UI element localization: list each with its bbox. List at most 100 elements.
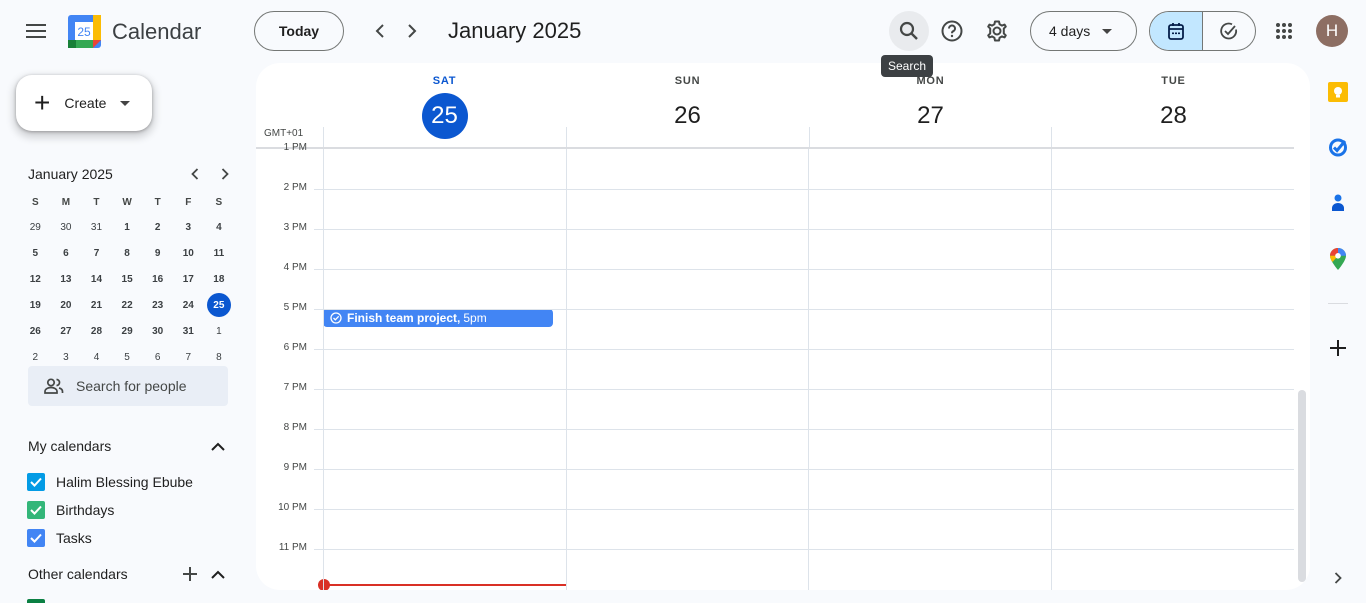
current-time-dot (318, 579, 330, 590)
mini-calendar-day[interactable]: 5 (20, 240, 51, 266)
mini-calendar-day[interactable]: 24 (173, 292, 204, 318)
mini-calendar-day[interactable]: 27 (51, 318, 82, 344)
other-calendar-checkbox-partial[interactable] (27, 599, 45, 603)
tasks-button[interactable] (1326, 135, 1350, 159)
maps-button[interactable] (1326, 247, 1350, 271)
contacts-icon (1332, 194, 1344, 211)
calendar-item-tasks[interactable]: Tasks (27, 526, 92, 550)
tasks-view-toggle[interactable] (1203, 12, 1255, 50)
mini-calendar-day[interactable]: 25 (204, 292, 235, 318)
mini-calendar-day[interactable]: 1 (112, 214, 143, 240)
search-button[interactable] (889, 11, 929, 51)
collapse-other-calendars-button[interactable] (204, 562, 232, 586)
mini-calendar-day[interactable]: 19 (20, 292, 51, 318)
main-menu-button[interactable] (16, 11, 56, 51)
task-check-icon (330, 312, 342, 324)
get-add-ons-button[interactable] (1326, 336, 1350, 360)
mini-calendar-day[interactable]: 22 (112, 292, 143, 318)
show-side-panel-button[interactable] (1326, 566, 1350, 590)
settings-button[interactable] (977, 11, 1017, 51)
day-of-week: SUN (674, 75, 701, 87)
help-button[interactable] (932, 11, 972, 51)
day-number[interactable]: 26 (665, 93, 711, 139)
mini-calendar-day[interactable]: 4 (204, 214, 235, 240)
mini-weekday-label: T (154, 196, 161, 208)
mini-calendar-day[interactable]: 31 (81, 214, 112, 240)
mini-weekday-label: T (93, 196, 100, 208)
hour-gridline (314, 229, 1294, 230)
tasks-icon (1329, 138, 1347, 157)
mini-calendar-day[interactable]: 20 (51, 292, 82, 318)
calendar-item-birthdays[interactable]: Birthdays (27, 498, 114, 522)
mini-calendar-day[interactable]: 31 (173, 318, 204, 344)
calendar-checkbox[interactable] (27, 529, 45, 547)
mini-calendar-day[interactable]: 6 (51, 240, 82, 266)
mini-calendar-day[interactable]: 15 (112, 266, 143, 292)
calendar-item-halim[interactable]: Halim Blessing Ebube (27, 470, 193, 494)
mini-calendar-next-button[interactable] (210, 160, 240, 188)
day-column-divider (1051, 149, 1052, 590)
mini-day-number: 10 (182, 247, 194, 259)
contacts-button[interactable] (1326, 191, 1350, 215)
google-apps-button[interactable] (1264, 11, 1304, 51)
plus-icon: + (34, 87, 51, 118)
day-number[interactable]: 27 (908, 93, 954, 139)
timezone-label: GMT+01 (264, 128, 304, 139)
mini-calendar-day[interactable]: 26 (20, 318, 51, 344)
mini-calendar-day[interactable]: 30 (142, 318, 173, 344)
today-button[interactable]: Today (254, 11, 344, 51)
mini-calendar-day[interactable]: 9 (142, 240, 173, 266)
mini-calendar-day[interactable]: 8 (112, 240, 143, 266)
next-period-button[interactable] (396, 15, 428, 47)
day-column-divider (808, 149, 809, 590)
mini-calendar-day[interactable]: 12 (20, 266, 51, 292)
calendar-main-panel: SAT 25 SUN 26 MON 27 TUE 28 GMT+01 Finis… (256, 63, 1310, 590)
mini-calendar-day[interactable]: 14 (81, 266, 112, 292)
calendar-checkbox[interactable] (27, 501, 45, 519)
mini-calendar-day[interactable]: 28 (81, 318, 112, 344)
calendar-view-toggle[interactable] (1150, 12, 1203, 50)
event-finish-team-project[interactable]: Finish team project, 5pm (323, 309, 553, 327)
mini-calendar-day[interactable]: 13 (51, 266, 82, 292)
column-divider (1051, 127, 1052, 147)
mini-calendar-day[interactable]: 21 (81, 292, 112, 318)
hour-label: 3 PM (283, 222, 307, 233)
day-number[interactable]: 28 (1151, 93, 1197, 139)
time-grid-scrollbar[interactable] (1298, 390, 1306, 582)
create-button[interactable]: + Create (16, 75, 152, 131)
view-selector-dropdown[interactable]: 4 days (1030, 11, 1137, 51)
mini-calendar: January 2025 S M T W T F S 29 30 31 1 2 3 4 5 6 7 8 9 10 11 1… (20, 160, 240, 370)
previous-period-button[interactable] (364, 15, 396, 47)
mini-calendar-day[interactable]: 30 (51, 214, 82, 240)
mini-calendar-day[interactable]: 16 (142, 266, 173, 292)
search-for-people-input[interactable]: Search for people (28, 366, 228, 406)
calendar-checkbox[interactable] (27, 473, 45, 491)
time-grid[interactable]: Finish team project, 5pm 1 PM 2 PM 3 PM 4 P… (256, 142, 1310, 590)
chevron-left-icon (375, 24, 384, 38)
day-number[interactable]: 25 (421, 93, 468, 139)
mini-calendar-day[interactable]: 29 (20, 214, 51, 240)
mini-calendar-prev-button[interactable] (180, 160, 210, 188)
mini-calendar-day[interactable]: 29 (112, 318, 143, 344)
current-time-line (323, 584, 566, 586)
view-selector-label: 4 days (1049, 23, 1091, 39)
calendar-logo-icon[interactable]: 25 (68, 15, 101, 48)
mini-calendar-day[interactable]: 1 (204, 318, 235, 344)
mini-calendar-day[interactable]: 3 (173, 214, 204, 240)
keep-button[interactable] (1326, 80, 1350, 104)
mini-calendar-day[interactable]: 7 (81, 240, 112, 266)
mini-calendar-day[interactable]: 18 (204, 266, 235, 292)
other-calendars-header[interactable]: Other calendars (28, 562, 232, 586)
mini-calendar-day[interactable]: 23 (142, 292, 173, 318)
add-other-calendar-button[interactable] (176, 562, 204, 586)
column-divider (323, 127, 324, 147)
collapse-my-calendars-button[interactable] (204, 434, 232, 458)
mini-calendar-day[interactable]: 11 (204, 240, 235, 266)
mini-calendar-day[interactable]: 2 (142, 214, 173, 240)
my-calendars-header[interactable]: My calendars (28, 434, 232, 458)
mini-calendar-day[interactable]: 17 (173, 266, 204, 292)
hour-gridline (314, 309, 1294, 310)
account-avatar[interactable]: H (1316, 15, 1348, 47)
mini-calendar-day[interactable]: 10 (173, 240, 204, 266)
mini-day-number: 6 (63, 247, 69, 259)
